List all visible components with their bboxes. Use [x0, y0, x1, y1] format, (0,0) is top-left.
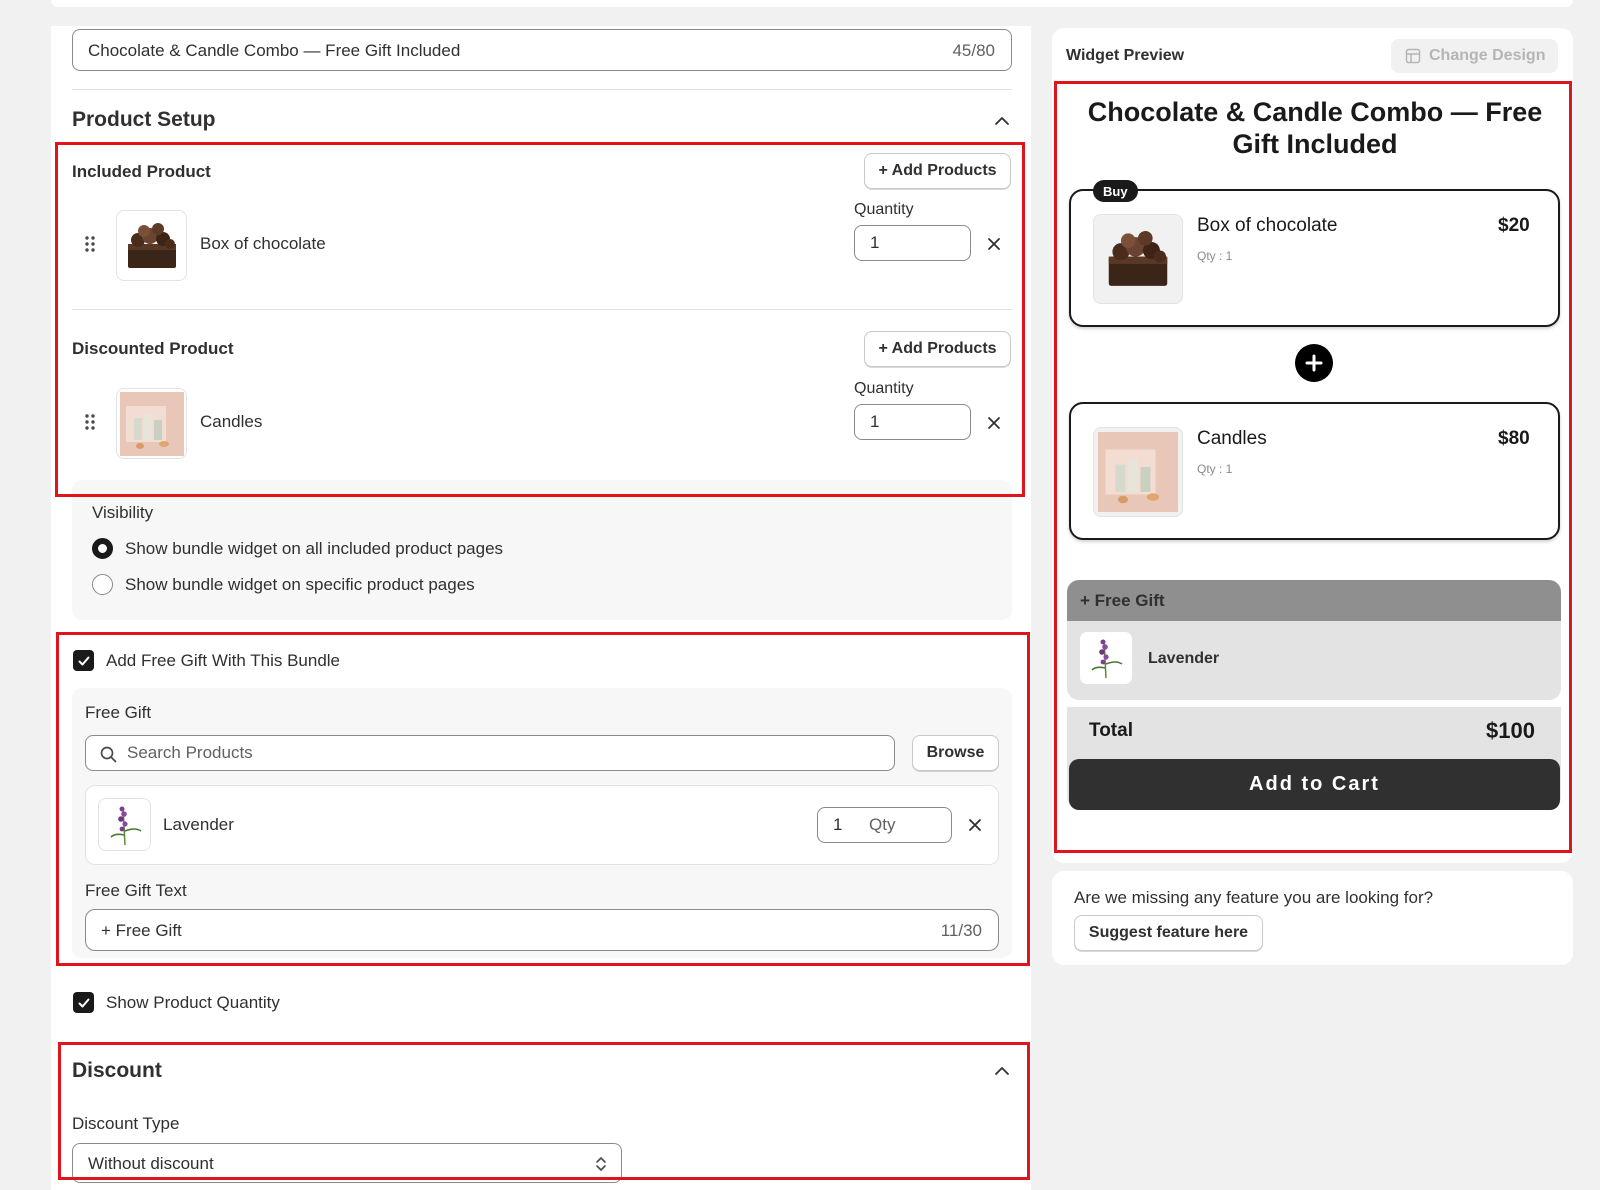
free-gift-search-input[interactable]: Search Products	[85, 735, 895, 771]
free-gift-text-label: Free Gift Text	[85, 881, 187, 900]
discounted-quantity-label: Quantity	[854, 380, 914, 397]
included-product-name: Box of chocolate	[200, 234, 326, 253]
preview-total-label: Total	[1089, 720, 1133, 741]
preview-item-price: $80	[1498, 428, 1530, 449]
free-gift-text-input[interactable]: + Free Gift 11/30	[85, 909, 999, 951]
add-included-products-button[interactable]: + Add Products	[864, 153, 1011, 189]
free-gift-text-counter: 11/30	[940, 921, 982, 940]
bundle-title-value: Chocolate & Candle Combo — Free Gift Inc…	[88, 41, 461, 60]
included-quantity-label: Quantity	[854, 201, 914, 218]
change-design-label: Change Design	[1429, 47, 1546, 64]
discount-type-label: Discount Type	[72, 1114, 180, 1133]
preview-free-gift-name: Lavender	[1148, 650, 1220, 667]
free-gift-qty-value: 1	[833, 815, 843, 834]
show-quantity-checkbox[interactable]	[73, 992, 94, 1013]
buy-badge: Buy	[1093, 180, 1138, 202]
free-gift-label: Free Gift	[85, 703, 152, 722]
chevron-up-icon[interactable]	[994, 113, 1010, 129]
discount-type-value: Without discount	[88, 1154, 214, 1173]
discounted-product-name: Candles	[200, 412, 263, 431]
browse-button[interactable]: Browse	[912, 735, 999, 771]
remove-free-gift-icon[interactable]	[968, 818, 982, 832]
visibility-label: Visibility	[92, 503, 154, 522]
checkmark-icon	[78, 656, 89, 665]
widget-preview-label: Widget Preview	[1066, 47, 1185, 64]
preview-item-qty: Qty : 1	[1197, 249, 1233, 263]
preview-lavender-thumbnail	[1079, 631, 1133, 685]
preview-chocolate-thumbnail	[1093, 214, 1183, 304]
preview-item-qty: Qty : 1	[1197, 462, 1233, 476]
discounted-quantity-input[interactable]: 1	[854, 404, 971, 440]
divider	[72, 309, 1012, 310]
preview-total-value: $100	[1486, 718, 1535, 743]
preview-free-gift-block: + Free Gift	[1067, 580, 1561, 700]
lavender-thumbnail	[98, 798, 151, 851]
included-quantity-value: 1	[870, 233, 880, 252]
layout-icon	[1405, 48, 1421, 64]
preview-item-name: Box of chocolate	[1197, 215, 1338, 236]
free-gift-qty-suffix: Qty	[869, 815, 896, 834]
drag-handle-icon[interactable]	[84, 413, 96, 431]
free-gift-item-name: Lavender	[163, 815, 234, 834]
top-card-edge	[51, 0, 1573, 7]
remove-discounted-product-icon[interactable]	[987, 416, 1001, 430]
free-gift-checkbox-label: Add Free Gift With This Bundle	[106, 651, 341, 670]
bundle-title-counter: 45/80	[952, 41, 995, 60]
bundle-title-input[interactable]: Chocolate & Candle Combo — Free Gift Inc…	[72, 29, 1012, 71]
drag-handle-icon[interactable]	[84, 235, 96, 253]
visibility-option-all-label: Show bundle widget on all included produ…	[125, 539, 504, 558]
plus-circle-icon	[1295, 344, 1333, 382]
free-gift-checkbox[interactable]	[73, 650, 94, 671]
included-quantity-input[interactable]: 1	[854, 225, 971, 261]
free-gift-text-value: + Free Gift	[101, 921, 182, 940]
preview-bundle-title: Chocolate & Candle Combo — Free Gift Inc…	[1087, 97, 1543, 159]
visibility-option-specific-label: Show bundle widget on specific product p…	[125, 575, 475, 594]
free-gift-search-placeholder: Search Products	[127, 743, 253, 762]
suggest-feature-button[interactable]: Suggest feature here	[1074, 915, 1263, 951]
search-icon	[100, 746, 117, 763]
chevron-up-icon[interactable]	[994, 1063, 1010, 1079]
remove-included-product-icon[interactable]	[987, 237, 1001, 251]
discounted-product-label: Discounted Product	[72, 339, 234, 358]
preview-item-price: $20	[1498, 215, 1530, 236]
add-discounted-products-button[interactable]: + Add Products	[864, 331, 1011, 367]
included-product-label: Included Product	[72, 162, 211, 181]
feedback-question: Are we missing any feature you are looki…	[1074, 888, 1434, 907]
visibility-radio-specific[interactable]	[92, 574, 113, 595]
free-gift-qty-input[interactable]: 1 Qty	[817, 807, 952, 843]
preview-item-name: Candles	[1197, 428, 1267, 449]
discount-type-select[interactable]: Without discount	[72, 1143, 622, 1183]
show-quantity-label: Show Product Quantity	[106, 993, 280, 1012]
product-setup-heading: Product Setup	[72, 108, 216, 131]
preview-free-gift-header: + Free Gift	[1067, 580, 1561, 621]
preview-candles-thumbnail	[1093, 427, 1183, 517]
divider	[72, 89, 1012, 90]
checkmark-icon	[78, 998, 89, 1007]
change-design-button[interactable]: Change Design	[1391, 39, 1558, 73]
visibility-radio-all[interactable]	[92, 538, 113, 559]
candles-thumbnail	[116, 388, 187, 459]
discounted-quantity-value: 1	[870, 412, 880, 431]
chocolate-thumbnail	[116, 210, 187, 281]
add-to-cart-button[interactable]: Add to Cart	[1069, 759, 1560, 810]
discount-heading: Discount	[72, 1059, 162, 1082]
select-chevron-icon	[596, 1157, 606, 1171]
